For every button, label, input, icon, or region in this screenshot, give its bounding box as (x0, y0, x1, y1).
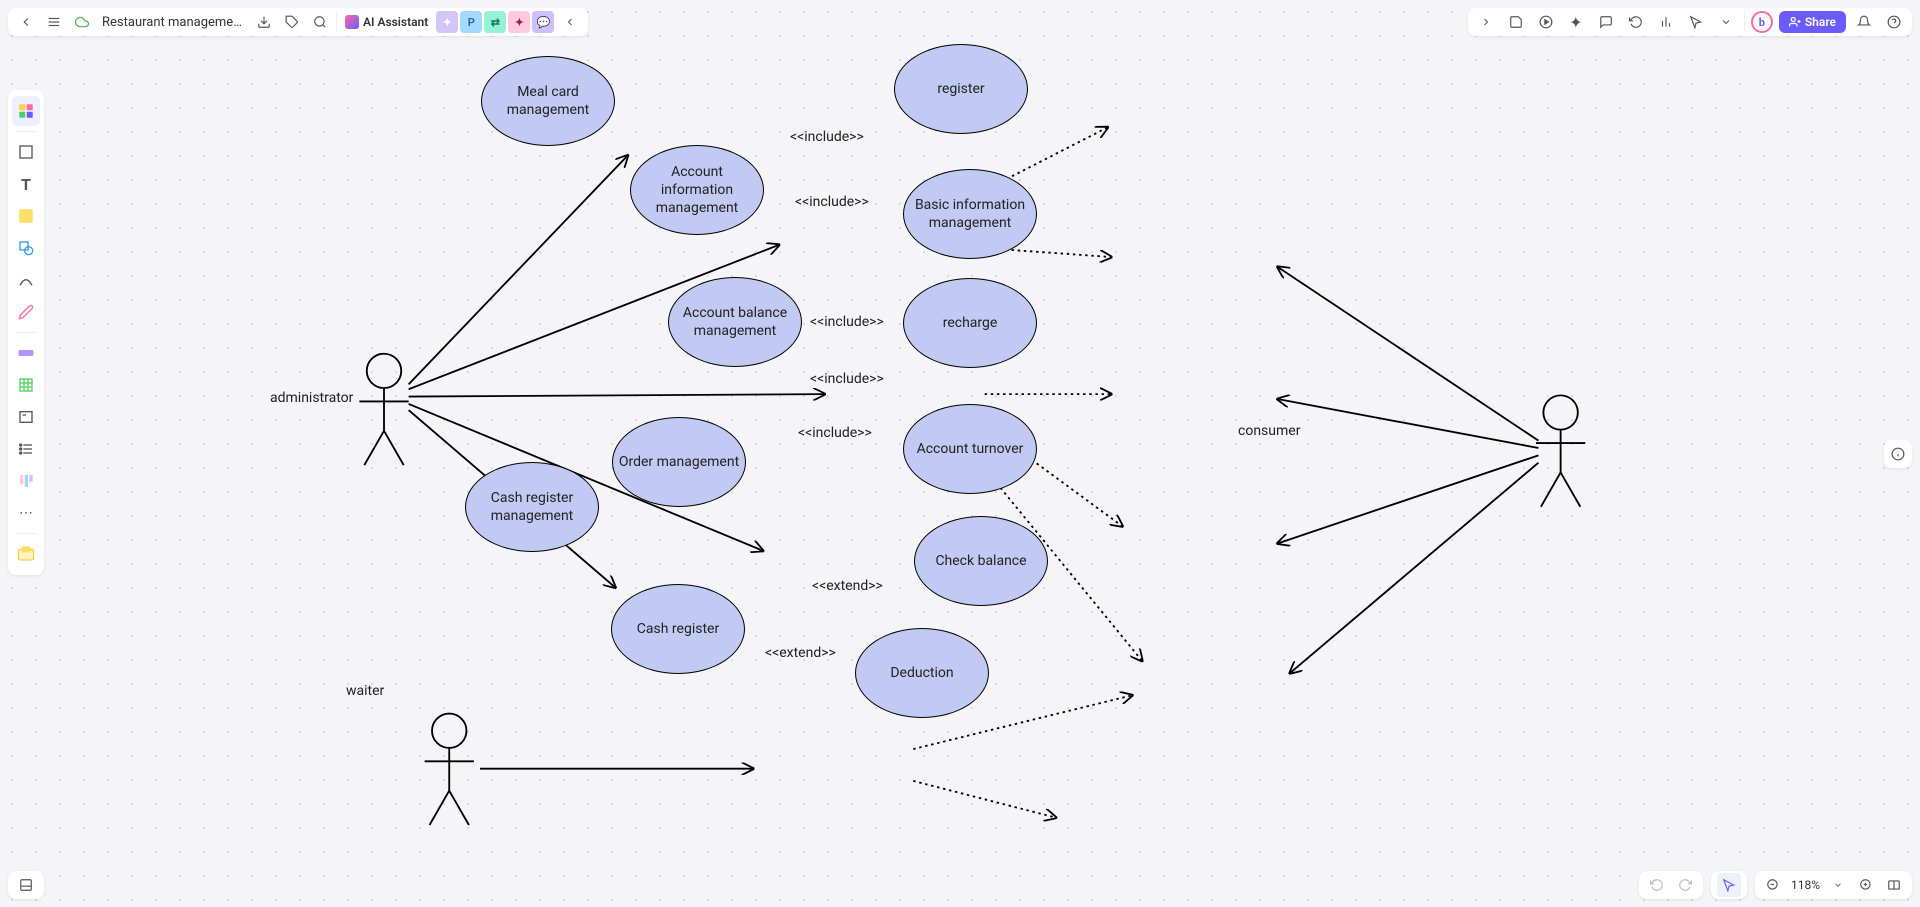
tool-text-block[interactable] (12, 402, 40, 432)
actor-waiter-label[interactable]: waiter (346, 683, 384, 699)
header-right-toolbar: ✦ b Share (1468, 8, 1912, 36)
search-button[interactable] (308, 10, 332, 34)
sparkle-icon[interactable]: ✦ (1564, 10, 1588, 34)
cloud-sync-icon[interactable] (70, 10, 94, 34)
collab-avatar[interactable]: ⇄ (484, 11, 506, 33)
help-icon[interactable] (1882, 10, 1906, 34)
rel-extend-1[interactable]: <<extend>> (812, 578, 883, 594)
tool-text[interactable]: T (12, 169, 40, 199)
rel-include-2[interactable]: <<include>> (795, 194, 869, 210)
share-button[interactable]: Share (1779, 11, 1846, 33)
usecase-basic-info[interactable]: Basic information management (903, 169, 1037, 259)
minimap-button[interactable] (1882, 873, 1906, 897)
tool-highlighter[interactable] (12, 338, 40, 368)
usecase-account-balance[interactable]: Account balance management (668, 277, 802, 367)
zoom-out-button[interactable] (1761, 873, 1785, 897)
download-button[interactable] (252, 10, 276, 34)
usecase-cash-register[interactable]: Cash register (611, 584, 745, 674)
usecase-account-turnover[interactable]: Account turnover (903, 404, 1037, 494)
rel-include-4[interactable]: <<include>> (810, 371, 884, 387)
comment-icon[interactable] (1594, 10, 1618, 34)
ai-assistant-label: AI Assistant (363, 15, 428, 29)
usecase-account-info[interactable]: Account information management (630, 145, 764, 235)
tool-library[interactable] (12, 539, 40, 569)
tool-pen[interactable] (12, 297, 40, 327)
play-icon[interactable] (1534, 10, 1558, 34)
usecase-check-balance[interactable]: Check balance (914, 516, 1048, 606)
save-icon[interactable] (1504, 10, 1528, 34)
usecase-meal-card[interactable]: Meal card management (481, 56, 615, 146)
history-icon[interactable] (1624, 10, 1648, 34)
usecase-register[interactable]: register (894, 44, 1028, 134)
menu-button[interactable] (42, 10, 66, 34)
undo-redo-group (1639, 871, 1703, 899)
collab-avatar[interactable]: P (460, 11, 482, 33)
tool-more[interactable]: ⋯ (12, 498, 40, 528)
header-toolbar: Restaurant management ... AI Assistant ✦… (8, 8, 588, 36)
zoom-dropdown[interactable] (1826, 873, 1850, 897)
tool-table[interactable] (12, 370, 40, 400)
collab-avatar[interactable]: ✦ (508, 11, 530, 33)
use-case-diagram[interactable]: administrator waiter consumer Meal card … (0, 0, 1920, 907)
cursor-icon[interactable] (1684, 10, 1708, 34)
expand-right-icon[interactable] (1474, 10, 1498, 34)
rel-include-1[interactable]: <<include>> (790, 129, 864, 145)
pointer-mode-button[interactable] (1717, 873, 1741, 897)
back-button[interactable] (14, 10, 38, 34)
collab-avatar[interactable]: ✦ (436, 11, 458, 33)
tool-list[interactable] (12, 434, 40, 464)
usecase-deduction[interactable]: Deduction (855, 628, 989, 718)
ai-assistant-button[interactable]: AI Assistant (341, 15, 432, 29)
actor-admin-label[interactable]: administrator (270, 390, 353, 406)
chevron-down-icon[interactable] (1714, 10, 1738, 34)
redo-button[interactable] (1673, 873, 1697, 897)
tool-frame[interactable] (12, 137, 40, 167)
rel-include-3[interactable]: <<include>> (810, 314, 884, 330)
actor-consumer-label[interactable]: consumer (1238, 423, 1300, 439)
zoom-group: 118% (1755, 871, 1912, 899)
info-button[interactable] (1884, 440, 1912, 468)
zoom-in-button[interactable] (1854, 873, 1878, 897)
zoom-level[interactable]: 118% (1789, 878, 1822, 892)
rel-include-5[interactable]: <<include>> (798, 425, 872, 441)
tool-sidebar: T ⋯ (8, 90, 44, 575)
usecase-cash-reg-mgmt[interactable]: Cash register management (465, 462, 599, 552)
bottom-right-controls: 118% (1639, 871, 1912, 899)
pointer-mode-group (1711, 871, 1747, 899)
usecase-recharge[interactable]: recharge (903, 278, 1037, 368)
usecase-order-mgmt[interactable]: Order management (612, 417, 746, 507)
tag-button[interactable] (280, 10, 304, 34)
tool-shape[interactable] (12, 233, 40, 263)
user-avatar[interactable]: b (1751, 11, 1773, 33)
tool-sticky-note[interactable] (12, 201, 40, 231)
tool-templates[interactable] (12, 96, 40, 126)
share-label: Share (1805, 15, 1836, 29)
collaborators: ✦ P ⇄ ✦ 💬 (436, 11, 554, 33)
layers-panel-toggle[interactable] (8, 871, 44, 899)
collapse-left-icon[interactable] (558, 10, 582, 34)
ai-logo-icon (345, 15, 359, 29)
tool-kanban[interactable] (12, 466, 40, 496)
stats-icon[interactable] (1654, 10, 1678, 34)
rel-extend-2[interactable]: <<extend>> (765, 645, 836, 661)
bell-icon[interactable] (1852, 10, 1876, 34)
tool-connector[interactable] (12, 265, 40, 295)
collab-avatar[interactable]: 💬 (532, 11, 554, 33)
undo-button[interactable] (1645, 873, 1669, 897)
document-title[interactable]: Restaurant management ... (98, 15, 248, 30)
